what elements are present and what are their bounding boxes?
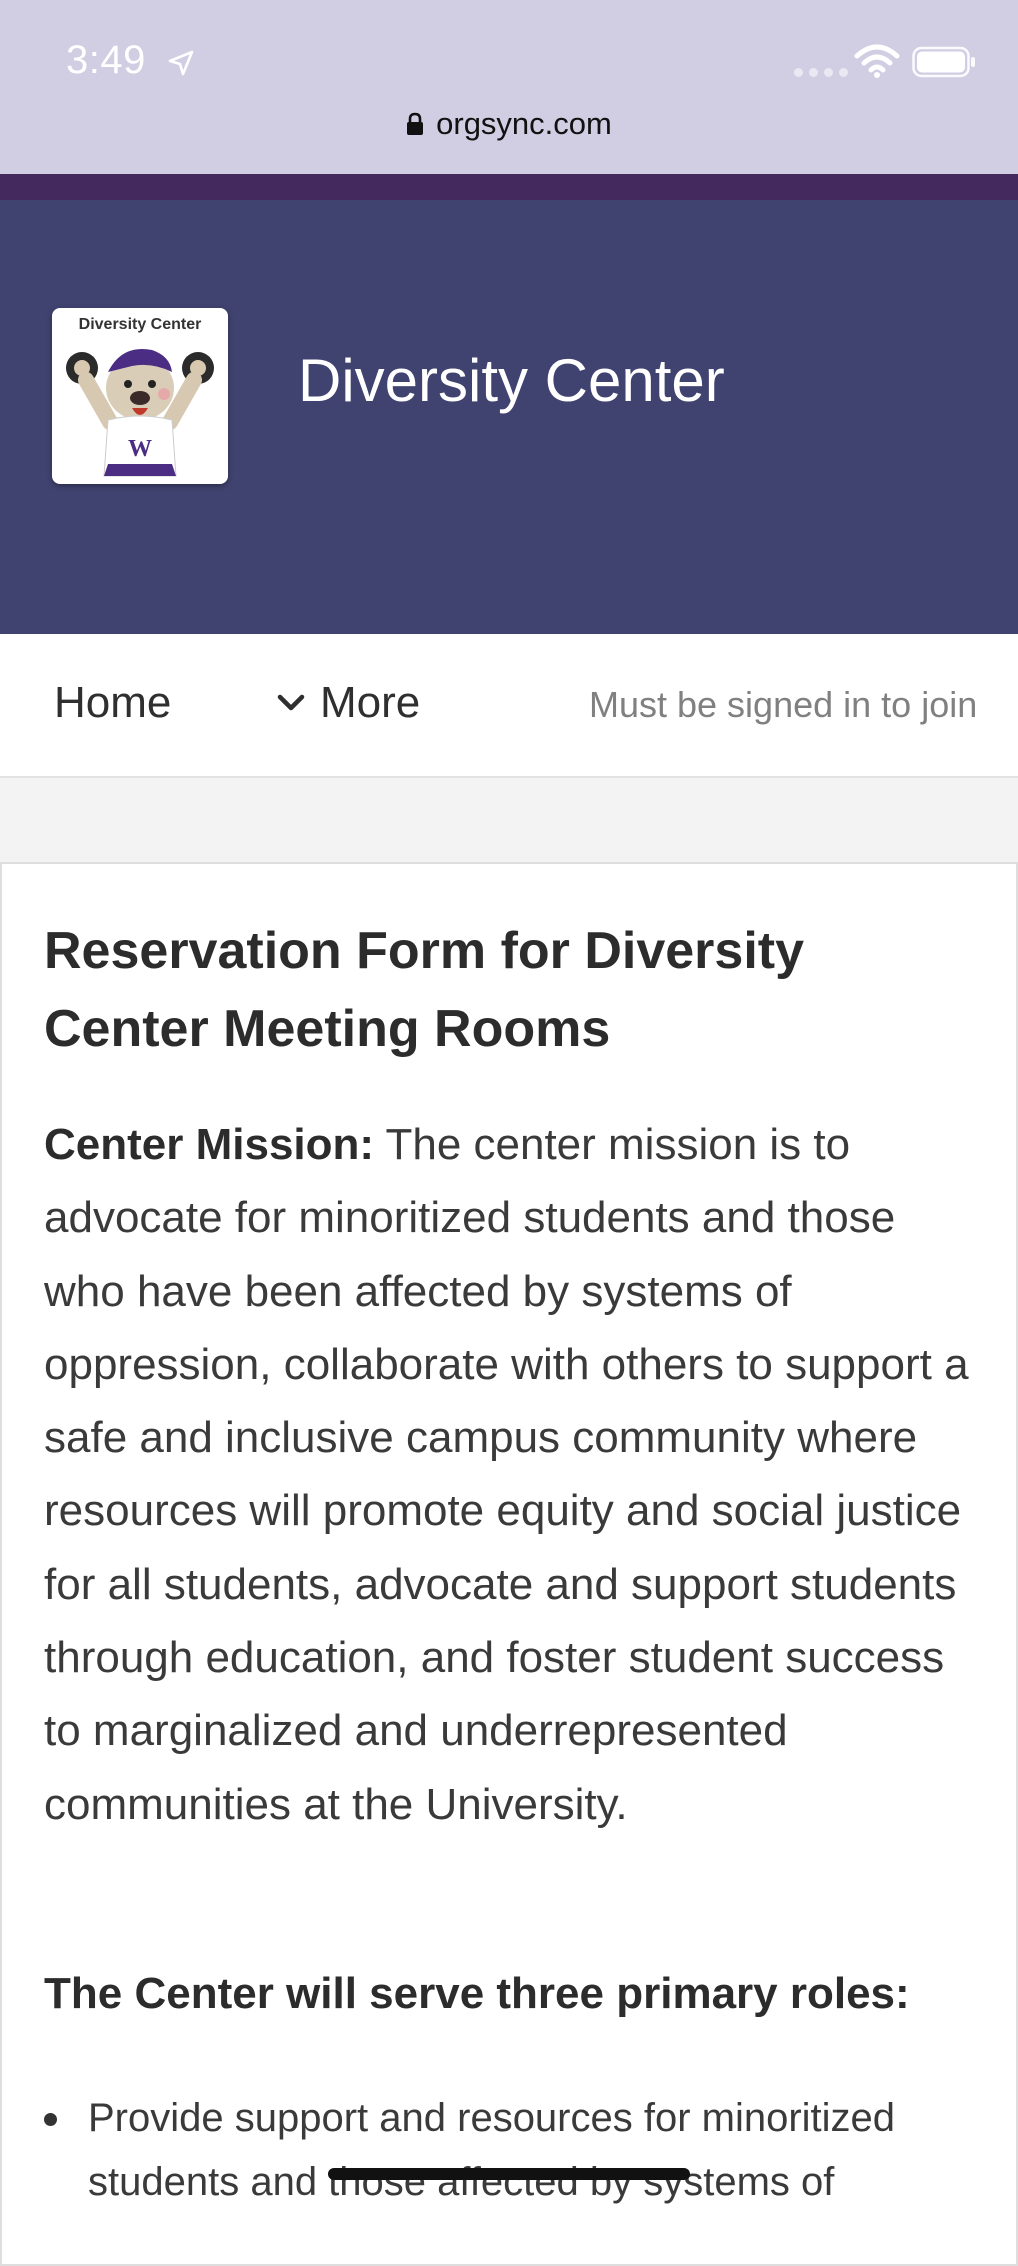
list-item: Provide support and resources for minori… xyxy=(2,2086,1016,2214)
url-text: orgsync.com xyxy=(436,106,612,141)
chevron-down-icon xyxy=(277,694,305,711)
status-time: 3:49 xyxy=(66,38,146,82)
join-notice: Must be signed in to join xyxy=(589,684,978,725)
battery-icon xyxy=(912,46,975,78)
nav-more-label: More xyxy=(320,678,421,727)
org-title: Diversity Center xyxy=(298,347,725,414)
list-item-text: Provide support and resources for minori… xyxy=(88,2096,896,2204)
org-nav: Home More Must be signed in to join xyxy=(0,634,1018,778)
bullet-icon xyxy=(44,2113,57,2126)
cellular-signal-icon xyxy=(794,68,848,77)
logo-title: Diversity Center xyxy=(78,316,202,333)
org-logo: Diversity Center W xyxy=(52,308,228,484)
browser-top-bar: 3:49 orgsync.com xyxy=(0,0,1018,174)
roles-heading: The Center will serve three primary role… xyxy=(44,1969,910,2018)
home-indicator[interactable] xyxy=(328,2168,690,2180)
nav-more-dropdown[interactable]: More xyxy=(276,678,420,728)
mascot-icon: W xyxy=(66,348,214,477)
wifi-icon xyxy=(854,44,900,78)
location-arrow-icon xyxy=(168,50,194,76)
org-header: Diversity Center W Diversity Center xyxy=(0,200,1018,634)
lock-icon xyxy=(407,112,424,135)
page-title: Reservation Form for Diversity Center Me… xyxy=(44,922,805,1058)
header-stripe xyxy=(0,174,1018,200)
nav-home-link[interactable]: Home xyxy=(54,678,171,728)
content-card: Reservation Form for Diversity Center Me… xyxy=(0,862,1018,2266)
mission-text: The center mission is to advocate for mi… xyxy=(44,1120,969,1829)
mission-label: Center Mission: xyxy=(44,1120,375,1169)
roles-list: Provide support and resources for minori… xyxy=(2,2086,1016,2214)
address-bar[interactable]: orgsync.com xyxy=(0,106,1018,142)
logo-letter: W xyxy=(128,436,152,462)
mission-paragraph: Center Mission: The center mission is to… xyxy=(44,1108,984,1841)
